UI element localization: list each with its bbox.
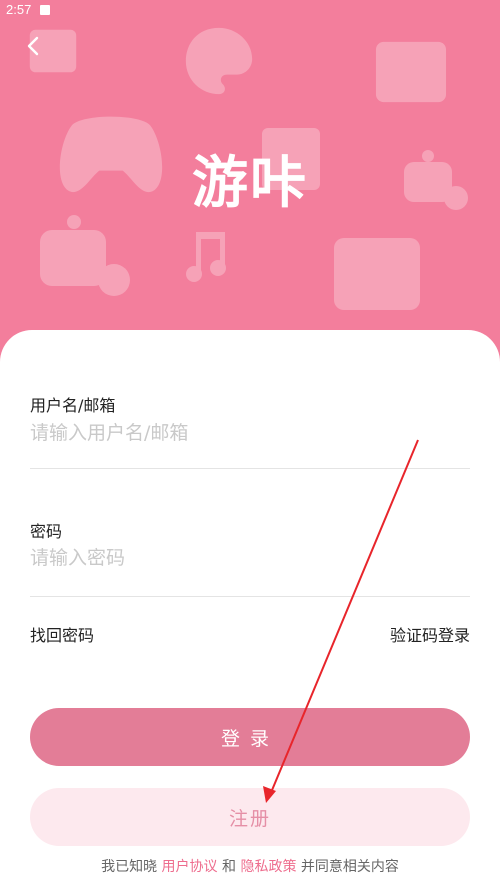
pot-icon (34, 208, 132, 300)
register-button[interactable]: 注册 (30, 788, 470, 846)
username-input[interactable] (30, 416, 470, 450)
login-button[interactable]: 登录 (30, 708, 470, 766)
agreement-suffix: 并同意相关内容 (300, 859, 399, 875)
user-agreement-link[interactable]: 用户协议 (162, 859, 218, 875)
agreement-and: 和 (222, 859, 236, 875)
code-login-link[interactable]: 验证码登录 (390, 622, 470, 646)
agreement-text: 我已知晓 用户协议 和 隐私政策 并同意相关内容 (0, 856, 500, 876)
palette-icon (180, 22, 258, 100)
header-banner: 2:57 游咔 (0, 0, 500, 370)
video-card-icon (330, 232, 424, 314)
divider (30, 596, 470, 597)
notification-icon (40, 5, 50, 15)
music-note-icon (180, 228, 238, 286)
password-label: 密码 (30, 522, 63, 541)
status-time: 2:57 (6, 2, 32, 17)
status-bar: 2:57 (0, 0, 500, 22)
login-card: 用户名/邮箱 密码 找回密码 验证码登录 登录 注册 我已知晓 用户协议 和 隐… (0, 330, 500, 889)
username-label: 用户名/邮箱 (30, 396, 116, 415)
privacy-policy-link[interactable]: 隐私政策 (240, 859, 296, 875)
forgot-password-link[interactable]: 找回密码 (30, 622, 94, 646)
app-title: 游咔 (192, 151, 308, 216)
card-icon (24, 22, 82, 80)
agreement-prefix: 我已知晓 (101, 859, 158, 875)
divider (30, 468, 470, 469)
password-input[interactable] (30, 541, 470, 575)
video-card-icon (372, 36, 450, 108)
